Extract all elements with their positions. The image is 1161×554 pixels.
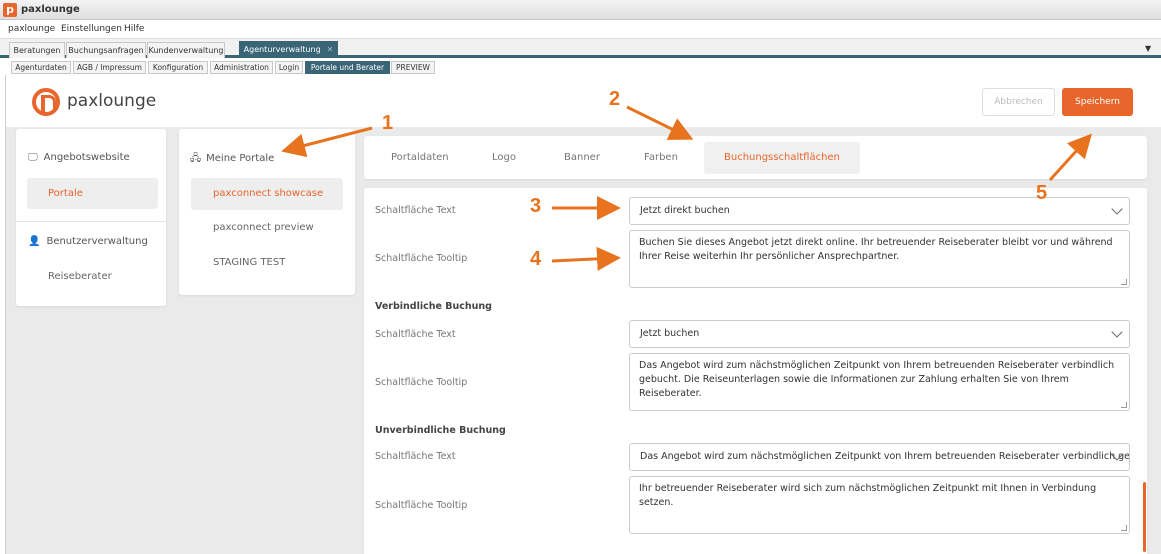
tab-dropdown-icon[interactable]: ▼ (1145, 44, 1151, 53)
portal-item-showcase[interactable]: paxconnect showcase (191, 178, 343, 210)
sidebar-nav: 🖵 Angebotswebsite Portale 👤 Benutzerverwal… (16, 129, 166, 306)
menu-hilfe[interactable]: Hilfe (124, 24, 144, 34)
sidebar-item-reiseberater[interactable]: Reiseberater (48, 271, 112, 282)
close-tab-icon[interactable]: ✕ (327, 45, 334, 54)
annotation-1: 1 (382, 112, 394, 134)
main-tab-bar: Beratungen Buchungsanfragen Kundenverwal… (0, 39, 1161, 58)
annotation-5: 5 (1036, 182, 1048, 204)
window-title: paxlounge (21, 4, 80, 15)
sidebar-website-label: Angebotswebsite (43, 152, 130, 163)
portal-list-heading-label: Meine Portale (206, 153, 275, 164)
subtab-agenturdaten[interactable]: Agenturdaten (11, 61, 71, 74)
app-content: paxlounge Abbrechen Speichern 🖵 Angebotsw… (5, 75, 1161, 554)
label-button-text-1: Schaltfläche Text (375, 205, 456, 216)
button-settings-form: Schaltfläche Text Jetzt direkt buchen Sc… (364, 188, 1147, 554)
scrollbar[interactable] (1143, 482, 1146, 552)
tab-farben[interactable]: Farben (644, 136, 678, 179)
cancel-button[interactable]: Abbrechen (982, 88, 1055, 116)
title-bar: p paxlounge (0, 0, 1161, 20)
textarea-button-tooltip-2-value: Das Angebot wird zum nächstmöglichen Zei… (639, 360, 1115, 399)
sidebar-item-portale[interactable]: Portale (27, 178, 158, 209)
label-button-tooltip-2: Schaltfläche Tooltip (375, 377, 468, 388)
textarea-button-tooltip-3-value: Ihr betreuender Reiseberater wird sich z… (639, 483, 1097, 508)
tab-logo[interactable]: Logo (492, 136, 516, 179)
resize-grip-icon[interactable] (1121, 525, 1127, 531)
section-heading-unverbindlich: Unverbindliche Buchung (375, 425, 506, 436)
sidebar-section-users[interactable]: 👤 Benutzerverwaltung (28, 236, 148, 247)
monitor-icon: 🖵 (28, 152, 38, 163)
tab-buchungsanfragen[interactable]: Buchungsanfragen (66, 42, 146, 58)
label-button-text-2: Schaltfläche Text (375, 329, 456, 340)
menu-bar: paxlounge Einstellungen Hilfe (0, 21, 1161, 39)
resize-grip-icon[interactable] (1121, 402, 1127, 408)
tab-agenturverwaltung[interactable]: Agenturverwaltung ✕ (239, 41, 338, 58)
annotation-4: 4 (530, 248, 542, 270)
logo-text: paxlounge (67, 91, 157, 111)
textarea-button-tooltip-3[interactable]: Ihr betreuender Reiseberater wird sich z… (629, 476, 1130, 534)
portal-item-preview[interactable]: paxconnect preview (213, 222, 314, 233)
select-button-text-2-value: Jetzt buchen (640, 328, 700, 339)
subtab-administration[interactable]: Administration (210, 61, 273, 74)
textarea-button-tooltip-2[interactable]: Das Angebot wird zum nächstmöglichen Zei… (629, 353, 1130, 411)
paxlounge-logo-icon (32, 88, 60, 116)
resize-grip-icon[interactable] (1121, 279, 1127, 285)
subtab-login[interactable]: Login (275, 61, 303, 74)
save-button[interactable]: Speichern (1062, 88, 1133, 116)
tab-banner[interactable]: Banner (564, 136, 600, 179)
app-icon: p (3, 3, 17, 17)
sidebar-users-label: Benutzerverwaltung (46, 236, 148, 247)
annotation-3: 3 (530, 195, 542, 217)
user-icon: 👤 (28, 236, 41, 247)
label-button-text-3: Schaltfläche Text (375, 451, 456, 462)
subtab-portale-und-berater[interactable]: Portale und Berater (305, 61, 390, 74)
sub-tab-bar: Agenturdaten AGB / Impressum Konfigurati… (0, 61, 1161, 74)
app-header: paxlounge Abbrechen Speichern (6, 75, 1161, 127)
menu-einstellungen[interactable]: Einstellungen (61, 24, 122, 34)
section-heading-verbindlich: Verbindliche Buchung (375, 301, 492, 312)
tab-beratungen[interactable]: Beratungen (9, 42, 65, 58)
sidebar-section-website[interactable]: 🖵 Angebotswebsite (28, 152, 130, 163)
portal-list: 🖧 Meine Portale paxconnect showcase paxco… (179, 129, 355, 295)
tab-portaldaten[interactable]: Portaldaten (391, 136, 449, 179)
portal-list-heading: 🖧 Meine Portale (190, 151, 274, 168)
subtab-preview[interactable]: PREVIEW (391, 61, 435, 74)
subtab-konfiguration[interactable]: Konfiguration (148, 61, 208, 74)
subtab-agb-impressum[interactable]: AGB / Impressum (73, 61, 146, 74)
select-button-text-3[interactable]: Das Angebot wird zum nächstmöglichen Zei… (629, 443, 1130, 471)
label-button-tooltip-1: Schaltfläche Tooltip (375, 253, 468, 264)
select-button-text-1-value: Jetzt direkt buchen (640, 205, 730, 216)
tab-kundenverwaltung[interactable]: Kundenverwaltung (147, 42, 225, 58)
menu-paxlounge[interactable]: paxlounge (8, 24, 55, 34)
select-button-text-3-value: Das Angebot wird zum nächstmöglichen Zei… (640, 451, 1130, 462)
sidebar-divider (16, 221, 166, 222)
portal-item-staging[interactable]: STAGING TEST (213, 257, 285, 268)
select-button-text-1[interactable]: Jetzt direkt buchen (629, 197, 1130, 225)
portal-tabs: Portaldaten Logo Banner Farben Buchungss… (364, 136, 1147, 179)
textarea-button-tooltip-1[interactable]: Buchen Sie dieses Angebot jetzt direkt o… (629, 230, 1130, 288)
select-button-text-2[interactable]: Jetzt buchen (629, 320, 1130, 348)
tab-agenturverwaltung-label: Agenturverwaltung (243, 45, 321, 54)
annotation-2: 2 (609, 88, 621, 110)
chevron-down-icon (1111, 326, 1123, 338)
textarea-button-tooltip-1-value: Buchen Sie dieses Angebot jetzt direkt o… (639, 237, 1113, 262)
sitemap-icon: 🖧 (190, 153, 202, 164)
tab-buchungsschaltflaechen[interactable]: Buchungsschaltflächen (704, 142, 860, 174)
chevron-down-icon (1111, 203, 1123, 215)
label-button-tooltip-3: Schaltfläche Tooltip (375, 500, 468, 511)
